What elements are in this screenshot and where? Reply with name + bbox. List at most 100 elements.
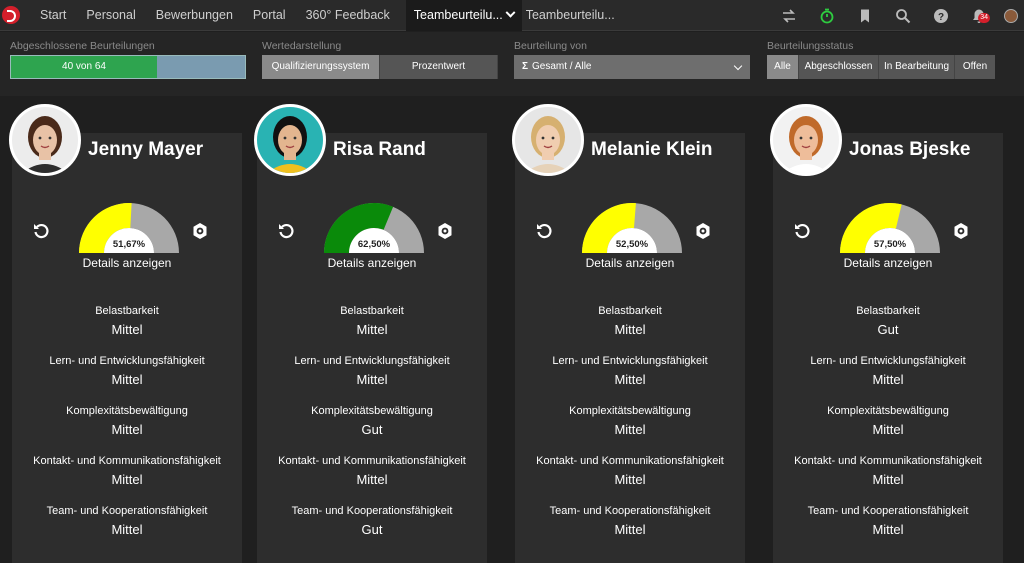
- nav-item-360-feedback[interactable]: 360° Feedback: [302, 0, 406, 31]
- swap-icon[interactable]: [770, 0, 808, 31]
- search-icon[interactable]: [884, 0, 922, 31]
- display-label: Wertedarstellung: [262, 40, 342, 52]
- criterion-label: Lern- und Entwicklungsfähigkeit: [49, 355, 205, 367]
- filter-bar: Abgeschlossene Beurteilungen 40 von 64 W…: [0, 32, 1024, 96]
- nav-item-bewerbungen[interactable]: Bewerbungen: [152, 0, 249, 31]
- criterion-label: Team- und Kooperationsfähigkeit: [46, 505, 208, 517]
- person-card: [773, 133, 1003, 563]
- reset-icon[interactable]: [535, 222, 553, 240]
- app-logo-icon[interactable]: [2, 6, 20, 24]
- top-nav: Start Personal Bewerbungen Portal 360° F…: [0, 0, 1024, 31]
- person-card: [12, 133, 242, 563]
- score-gauge[interactable]: 51,67%: [74, 203, 184, 253]
- status-toggle: Alle Abgeschlossen In Bearbeitung Offen: [767, 55, 995, 79]
- bell-icon[interactable]: 34: [960, 0, 998, 31]
- score-gauge[interactable]: 57,50%: [835, 202, 945, 253]
- settings-icon[interactable]: [191, 222, 209, 240]
- details-link[interactable]: Details anzeigen: [12, 256, 242, 270]
- criterion: Kontakt- und Kommunikationsfähigkeit Mit…: [12, 455, 242, 487]
- criterion-value: Mittel: [111, 372, 143, 387]
- criterion-value: Gut: [877, 322, 899, 337]
- avatar[interactable]: [512, 104, 584, 176]
- criterion-label: Komplexitätsbewältigung: [311, 405, 433, 417]
- avatar-portrait: [267, 116, 313, 173]
- settings-icon[interactable]: [694, 222, 712, 240]
- criterion-label: Belastbarkeit: [598, 305, 662, 317]
- person-name: Jonas Bjeske: [849, 139, 971, 160]
- notification-badge: 34: [978, 13, 990, 23]
- status-option-alle[interactable]: Alle: [767, 55, 799, 79]
- criterion: Team- und Kooperationsfähigkeit Gut: [257, 505, 487, 537]
- stopwatch-icon[interactable]: [808, 0, 846, 31]
- reset-icon[interactable]: [793, 222, 811, 240]
- criterion: Lern- und Entwicklungsfähigkeit Mittel: [515, 355, 745, 387]
- details-link[interactable]: Details anzeigen: [773, 256, 1003, 270]
- nav-item-portal[interactable]: Portal: [249, 0, 302, 31]
- avatar[interactable]: [254, 104, 326, 176]
- nav-item-personal[interactable]: Personal: [82, 0, 151, 31]
- assessment-label: Beurteilung von: [514, 40, 587, 52]
- criterion: Kontakt- und Kommunikationsfähigkeit Mit…: [515, 455, 745, 487]
- criterion-label: Komplexitätsbewältigung: [66, 405, 188, 417]
- criterion-value: Mittel: [356, 322, 388, 337]
- reset-icon[interactable]: [32, 222, 50, 240]
- criterion-value: Gut: [361, 522, 383, 537]
- reset-icon[interactable]: [277, 222, 295, 240]
- progress-text: 40 von 64: [62, 61, 106, 72]
- criterion: Belastbarkeit Mittel: [515, 305, 745, 337]
- criterion-value: Mittel: [872, 372, 904, 387]
- criterion-value: Mittel: [614, 522, 646, 537]
- assessment-value: Gesamt / Alle: [532, 61, 592, 72]
- criterion-value: Mittel: [356, 472, 388, 487]
- criterion: Team- und Kooperationsfähigkeit Mittel: [12, 505, 242, 537]
- criterion-label: Komplexitätsbewältigung: [827, 405, 949, 417]
- details-link[interactable]: Details anzeigen: [515, 256, 745, 270]
- criterion: Lern- und Entwicklungsfähigkeit Mittel: [257, 355, 487, 387]
- criterion-label: Belastbarkeit: [340, 305, 404, 317]
- score-gauge[interactable]: 62,50%: [319, 203, 429, 253]
- criterion-value: Mittel: [614, 472, 646, 487]
- criterion-value: Mittel: [872, 422, 904, 437]
- criterion: Lern- und Entwicklungsfähigkeit Mittel: [12, 355, 242, 387]
- chevron-down-icon: [505, 7, 516, 18]
- user-avatar[interactable]: [998, 0, 1024, 31]
- criterion: Lern- und Entwicklungsfähigkeit Mittel: [773, 355, 1003, 387]
- criterion-label: Team- und Kooperationsfähigkeit: [807, 505, 969, 517]
- person-name: Melanie Klein: [591, 139, 713, 160]
- display-option-prozentwert[interactable]: Prozentwert: [380, 55, 498, 79]
- status-option-in-bearbeitung[interactable]: In Bearbeitung: [879, 55, 955, 79]
- criterion-label: Team- und Kooperationsfähigkeit: [549, 505, 711, 517]
- avatar-portrait: [525, 116, 571, 173]
- bookmark-icon[interactable]: [846, 0, 884, 31]
- criterion-value: Mittel: [111, 422, 143, 437]
- criterion-label: Belastbarkeit: [856, 305, 920, 317]
- criterion: Komplexitätsbewältigung Gut: [257, 405, 487, 437]
- nav-item-start[interactable]: Start: [36, 0, 82, 31]
- avatar[interactable]: [770, 104, 842, 176]
- nav-tab-active[interactable]: Teambeurteilu...: [405, 0, 522, 31]
- assessment-select[interactable]: Σ Gesamt / Alle: [514, 55, 750, 79]
- settings-icon[interactable]: [436, 222, 454, 240]
- nav-tab-next[interactable]: Teambeurteilu...: [522, 0, 631, 31]
- avatar-portrait: [22, 116, 68, 173]
- criterion-label: Lern- und Entwicklungsfähigkeit: [294, 355, 450, 367]
- details-link[interactable]: Details anzeigen: [257, 256, 487, 270]
- status-option-offen[interactable]: Offen: [955, 55, 995, 79]
- status-option-abgeschlossen[interactable]: Abgeschlossen: [799, 55, 879, 79]
- criterion-label: Kontakt- und Kommunikationsfähigkeit: [536, 455, 724, 467]
- avatar[interactable]: [9, 104, 81, 176]
- person-card: [515, 133, 745, 563]
- criterion-value: Mittel: [111, 472, 143, 487]
- help-icon[interactable]: ?: [922, 0, 960, 31]
- criterion-value: Mittel: [872, 472, 904, 487]
- person-name: Risa Rand: [333, 139, 426, 160]
- svg-text:?: ?: [938, 12, 944, 23]
- criterion: Team- und Kooperationsfähigkeit Mittel: [515, 505, 745, 537]
- sigma-icon: Σ: [522, 61, 529, 72]
- display-option-qualifizierungssystem[interactable]: Qualifizierungssystem: [262, 55, 380, 79]
- score-gauge[interactable]: 52,50%: [577, 202, 687, 253]
- progress-bar: 40 von 64: [10, 55, 246, 79]
- settings-icon[interactable]: [952, 222, 970, 240]
- criterion-label: Kontakt- und Kommunikationsfähigkeit: [278, 455, 466, 467]
- criterion: Belastbarkeit Mittel: [257, 305, 487, 337]
